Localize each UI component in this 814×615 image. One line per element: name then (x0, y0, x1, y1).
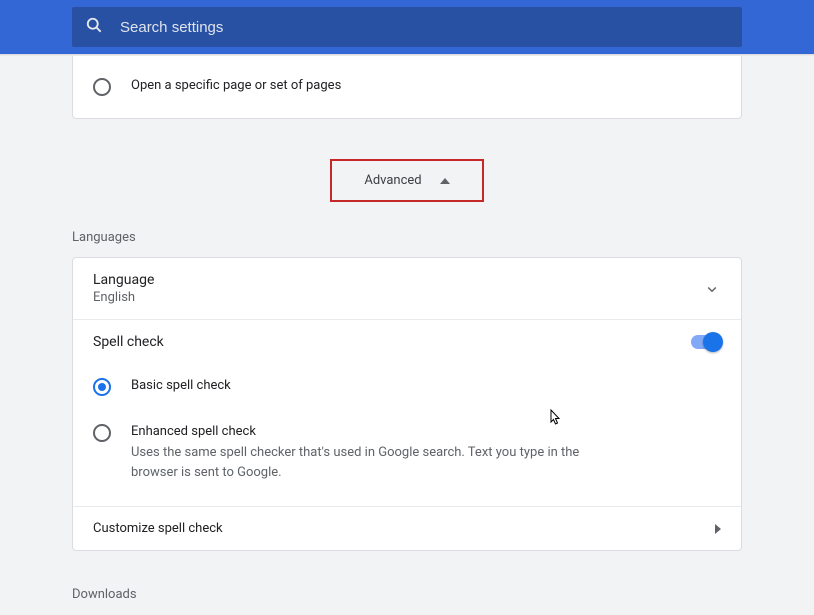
radio-label-block: Enhanced spell check Uses the same spell… (131, 424, 721, 482)
language-row-title: Language (93, 272, 154, 288)
customize-spell-check-row[interactable]: Customize spell check (73, 506, 741, 550)
enhanced-spell-check-option[interactable]: Enhanced spell check Uses the same spell… (93, 410, 721, 496)
customize-spell-check-label: Customize spell check (93, 521, 223, 536)
spell-check-options: Basic spell check Enhanced spell check U… (73, 364, 741, 506)
startup-option-specific-page[interactable]: Open a specific page or set of pages (73, 56, 741, 118)
toggle-knob-icon (703, 332, 723, 352)
chevron-down-icon (703, 280, 721, 298)
language-row[interactable]: Language English (73, 258, 741, 320)
radio-selected-icon (93, 378, 111, 396)
spell-check-toggle[interactable] (691, 335, 721, 349)
search-icon (84, 15, 104, 39)
radio-label-block: Open a specific page or set of pages (131, 78, 721, 93)
spell-check-row: Spell check (73, 320, 741, 364)
search-input[interactable] (120, 19, 742, 36)
startup-card: Open a specific page or set of pages (72, 56, 742, 119)
advanced-container: Advanced (72, 159, 742, 202)
basic-spell-check-label: Basic spell check (131, 378, 721, 393)
arrow-right-icon (715, 524, 721, 534)
advanced-label: Advanced (364, 173, 421, 188)
radio-inner-dot (98, 383, 106, 391)
advanced-toggle-button[interactable]: Advanced (330, 159, 483, 202)
header-bar (0, 0, 814, 54)
radio-unselected-icon (93, 78, 111, 96)
section-title-downloads: Downloads (72, 587, 742, 602)
enhanced-spell-check-label: Enhanced spell check (131, 424, 721, 439)
spell-check-title: Spell check (93, 334, 164, 350)
languages-card: Language English Spell check Basic s (72, 257, 742, 551)
basic-spell-check-option[interactable]: Basic spell check (93, 364, 721, 410)
search-box[interactable] (72, 7, 742, 47)
enhanced-spell-check-description: Uses the same spell checker that's used … (131, 443, 601, 482)
section-title-languages: Languages (72, 230, 742, 245)
language-row-titles: Language English (93, 272, 154, 305)
radio-unselected-icon (93, 424, 111, 442)
caret-up-icon (440, 178, 450, 184)
startup-option-label: Open a specific page or set of pages (131, 78, 721, 93)
language-row-value: English (93, 290, 154, 305)
content-area: Open a specific page or set of pages Adv… (0, 56, 814, 602)
radio-label-block: Basic spell check (131, 378, 721, 393)
